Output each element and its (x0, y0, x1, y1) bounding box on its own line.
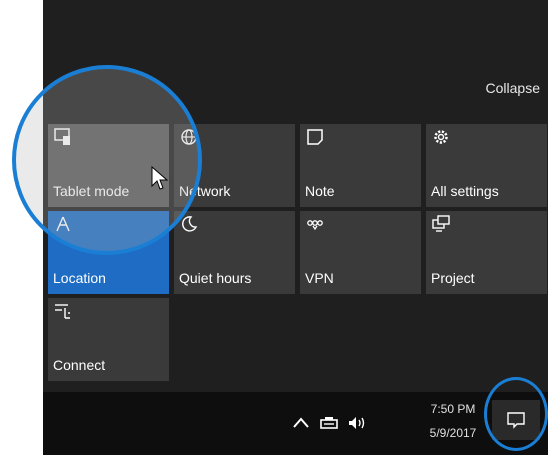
tile-label: Quiet hours (179, 270, 252, 286)
vpn-icon (307, 220, 323, 231)
project-icon (432, 215, 450, 232)
tile-label: Project (431, 270, 475, 286)
volume-icon[interactable] (347, 414, 367, 432)
network-icon[interactable] (319, 414, 339, 432)
connect-icon (55, 304, 70, 319)
tile-vpn[interactable]: VPN (300, 211, 421, 294)
tile-label: VPN (305, 270, 334, 286)
tile-label: Note (305, 183, 335, 199)
chevron-up-icon[interactable] (291, 414, 311, 432)
clock-date: 5/9/2017 (429, 426, 477, 440)
clock-time: 7:50 PM (430, 402, 476, 416)
collapse-link[interactable]: Collapse (486, 80, 540, 96)
tile-note[interactable]: Note (300, 124, 421, 207)
mouse-cursor-icon (151, 166, 169, 190)
clock[interactable]: 7:50 PM 5/9/2017 (418, 397, 488, 445)
tile-label: Connect (53, 357, 106, 373)
note-icon (307, 129, 323, 145)
taskbar: 7:50 PM 5/9/2017 (43, 392, 548, 455)
gear-icon (434, 130, 448, 144)
tile-project[interactable]: Project (426, 211, 547, 294)
tile-label: All settings (431, 183, 499, 199)
moon-icon (182, 216, 198, 232)
tile-label: Location (53, 270, 106, 286)
tile-all-settings[interactable]: All settings (426, 124, 547, 207)
tile-connect[interactable]: Connect (48, 298, 169, 381)
tile-quiet-hours[interactable]: Quiet hours (174, 211, 295, 294)
highlight-circle-small (484, 377, 548, 451)
highlight-circle (12, 65, 202, 255)
